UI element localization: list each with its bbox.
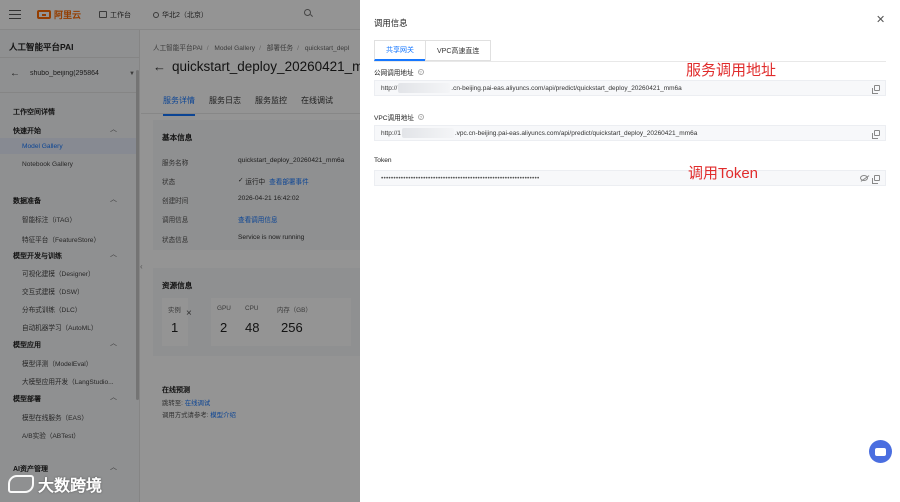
- drawer-title: 调用信息: [374, 18, 408, 28]
- chat-icon: [875, 447, 886, 456]
- copy-icon[interactable]: [872, 85, 880, 94]
- gateway-tabs: 共享网关 VPC高速直连: [374, 40, 492, 61]
- chat-assistant-button[interactable]: [869, 440, 892, 463]
- tab-shared-gateway[interactable]: 共享网关: [374, 40, 426, 61]
- watermark: 大数跨境: [8, 472, 102, 496]
- vpc-url-field[interactable]: http://1 .vpc.cn-beijing.pai-eas.aliyunc…: [374, 125, 886, 141]
- token-field[interactable]: ••••••••••••••••••••••••••••••••••••••••…: [374, 170, 886, 186]
- public-url-field[interactable]: http:// .cn-beijing.pai-eas.aliyuncs.com…: [374, 80, 886, 96]
- vpc-url-label: VPC调用地址 ?: [374, 114, 424, 122]
- modal-overlay[interactable]: [0, 0, 360, 502]
- help-icon[interactable]: ?: [417, 69, 424, 75]
- public-url-label: 公网调用地址 ?: [374, 69, 424, 77]
- close-icon[interactable]: ✕: [876, 13, 885, 26]
- redacted-mask: [398, 83, 451, 93]
- annotation-service-address: 服务调用地址: [686, 62, 777, 79]
- token-label: Token: [374, 157, 392, 164]
- invoke-info-drawer: 调用信息 ✕ 共享网关 VPC高速直连 公网调用地址 ? http:// .cn…: [360, 0, 900, 502]
- help-icon[interactable]: ?: [417, 114, 424, 120]
- eye-off-icon[interactable]: [860, 175, 868, 181]
- collapse-handle-icon[interactable]: ‹: [140, 262, 143, 271]
- copy-icon[interactable]: [872, 130, 880, 139]
- divider: [374, 61, 886, 62]
- watermark-logo: [8, 475, 34, 493]
- tab-vpc-direct[interactable]: VPC高速直连: [425, 40, 492, 61]
- annotation-invoke-token: 调用Token: [688, 165, 759, 182]
- copy-icon[interactable]: [872, 175, 880, 184]
- redacted-mask: [401, 128, 454, 138]
